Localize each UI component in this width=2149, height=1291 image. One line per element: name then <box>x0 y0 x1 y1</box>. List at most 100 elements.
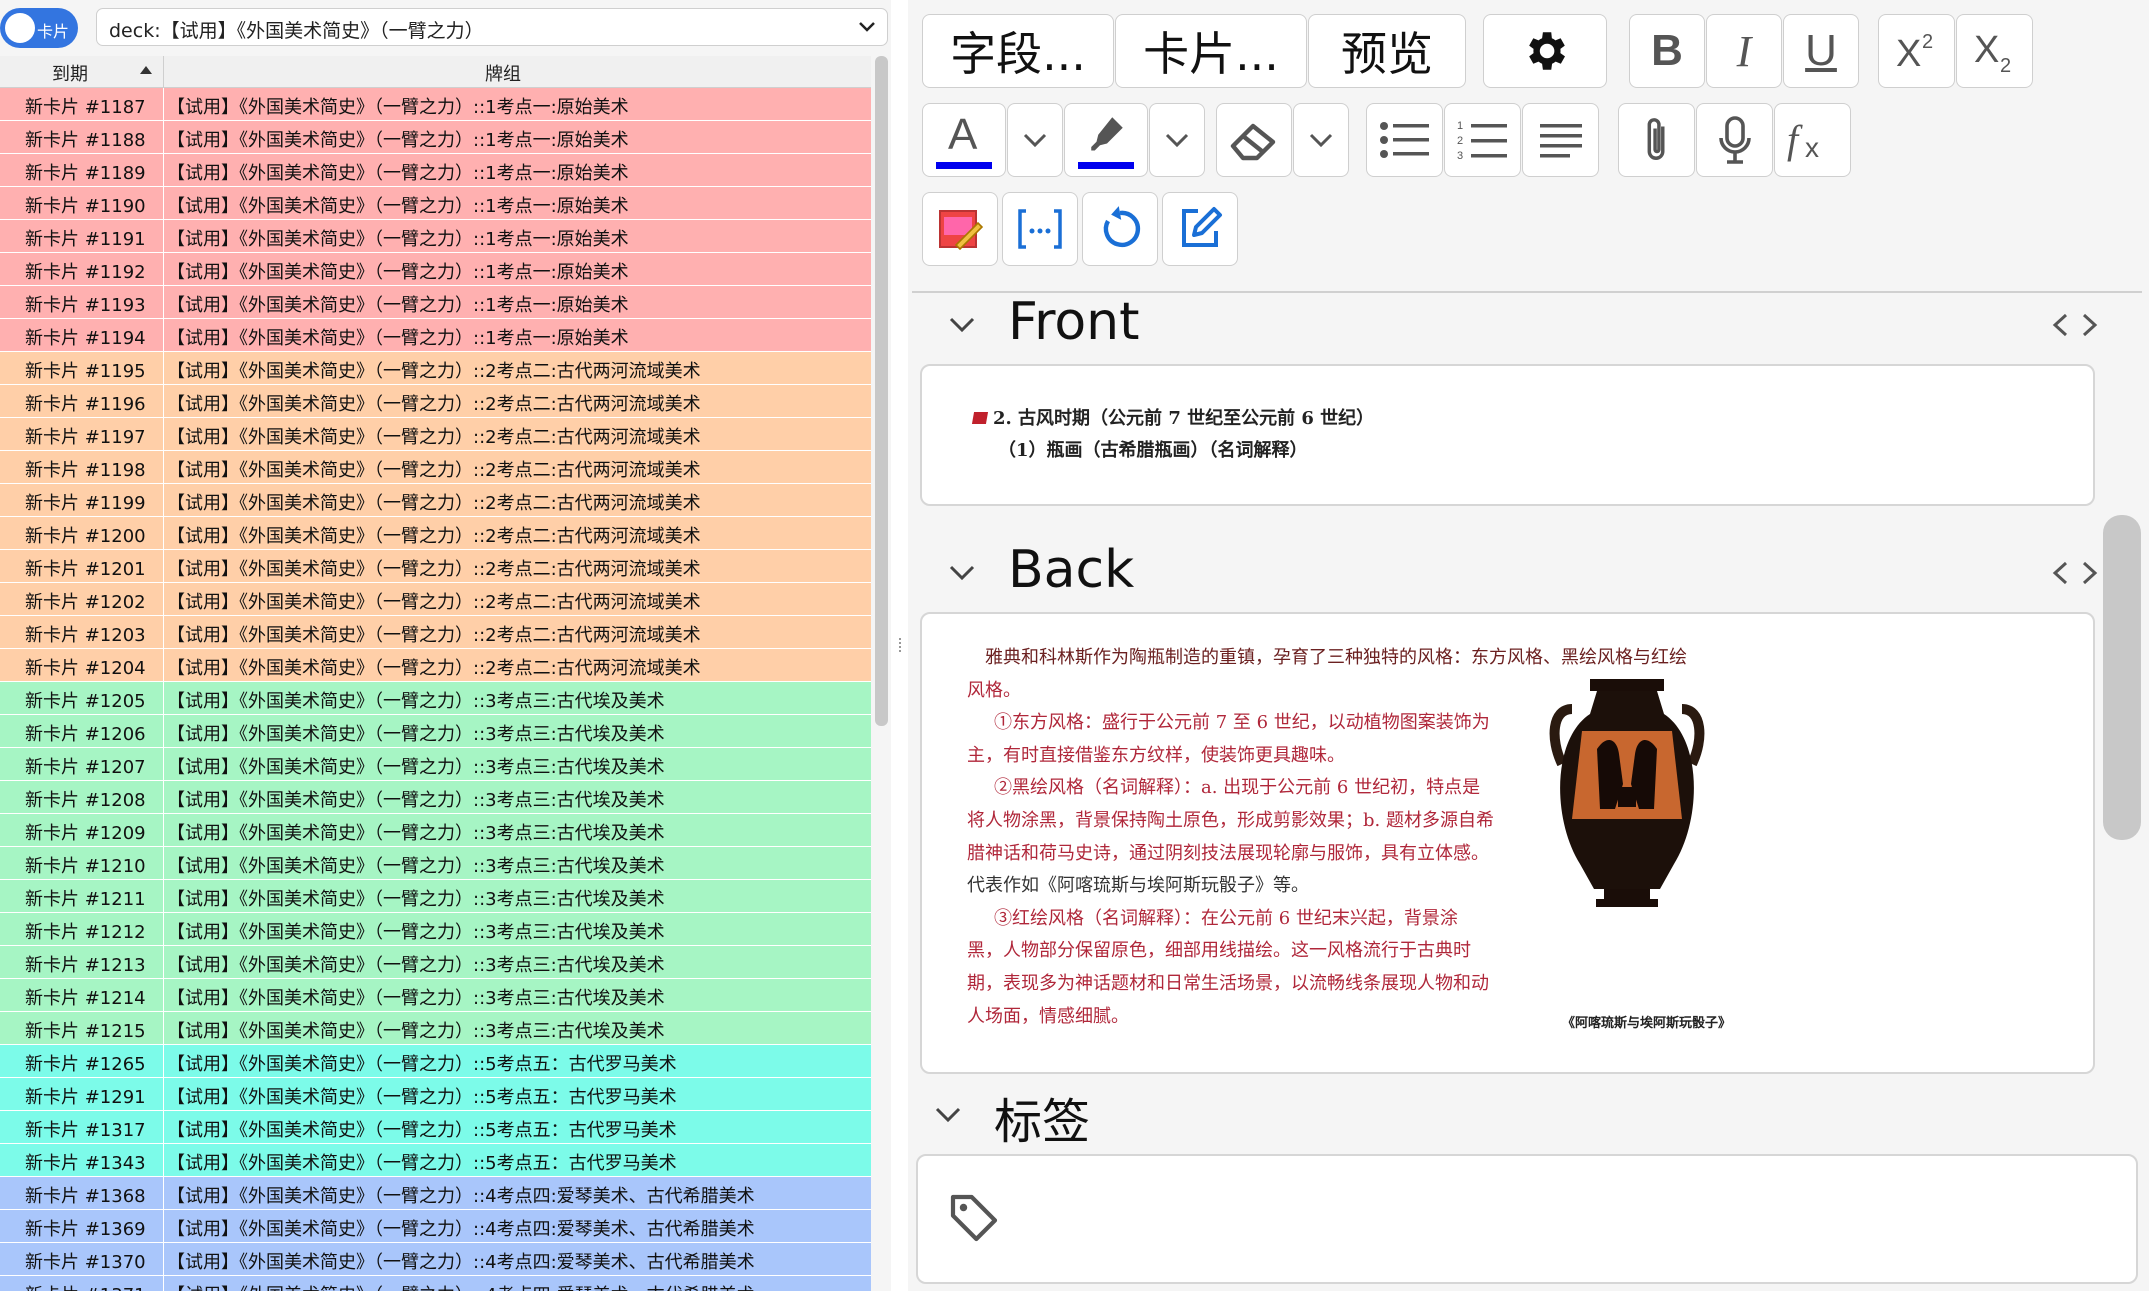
field-header-back[interactable]: Back <box>912 540 2149 600</box>
card-label: 新卡片 #1195 <box>25 361 146 382</box>
gear-icon[interactable] <box>1483 14 1607 88</box>
text-color-button[interactable]: A <box>922 103 1006 177</box>
table-row[interactable]: 新卡片 #1317 【试用】《外国美术简史》（一臂之力）::5考点五：古代罗马美术 <box>0 1111 871 1144</box>
table-row[interactable]: 新卡片 #1187 【试用】《外国美术简史》（一臂之力）::1考点一:原始美术 <box>0 88 871 121</box>
numbered-list-icon[interactable]: 1 2 3 <box>1444 103 1521 177</box>
table-row[interactable]: 新卡片 #1368 【试用】《外国美术简史》（一臂之力）::4考点四:爱琴美术、古… <box>0 1177 871 1210</box>
card-cell: 新卡片 #1343 <box>0 1144 164 1176</box>
table-row[interactable]: 新卡片 #1200 【试用】《外国美术简史》（一臂之力）::2考点二:古代两河流域… <box>0 517 871 550</box>
chevron-down-icon[interactable] <box>947 562 977 582</box>
svg-text:2: 2 <box>1457 135 1463 147</box>
card-label: 新卡片 #1187 <box>25 97 146 118</box>
table-row[interactable]: 新卡片 #1215 【试用】《外国美术简史》（一臂之力）::3考点三:古代埃及美术 <box>0 1012 871 1045</box>
chevron-down-icon[interactable] <box>947 314 977 334</box>
table-row[interactable]: 新卡片 #1209 【试用】《外国美术简史》（一臂之力）::3考点三:古代埃及美术 <box>0 814 871 847</box>
table-row[interactable]: 新卡片 #1370 【试用】《外国美术简史》（一臂之力）::4考点四:爱琴美术、古… <box>0 1243 871 1276</box>
italic-button[interactable]: I <box>1706 14 1782 88</box>
back-line: 期，表现多为神话题材和日常生活场景，以流畅线条展现人物和动 <box>967 972 1489 994</box>
code-toggle-icon[interactable] <box>2050 558 2100 588</box>
column-header-due[interactable]: 到期 <box>0 56 164 87</box>
table-row[interactable]: 新卡片 #1204 【试用】《外国美术简史》（一臂之力）::2考点二:古代两河流域… <box>0 649 871 682</box>
preview-button[interactable]: 预览 <box>1308 14 1466 88</box>
math-fx-icon[interactable]: fx <box>1774 103 1851 177</box>
table-row[interactable]: 新卡片 #1206 【试用】《外国美术简史》（一臂之力）::3考点三:古代埃及美术 <box>0 715 871 748</box>
table-row[interactable]: 新卡片 #1201 【试用】《外国美术简史》（一臂之力）::2考点二:古代两河流域… <box>0 550 871 583</box>
column-header-deck[interactable]: 牌组 <box>164 56 871 87</box>
field-header-front[interactable]: Front <box>912 292 2149 352</box>
deck-cell: 【试用】《外国美术简史》（一臂之力）::1考点一:原始美术 <box>167 295 629 316</box>
table-row[interactable]: 新卡片 #1214 【试用】《外国美术简史》（一臂之力）::3考点三:古代埃及美术 <box>0 979 871 1012</box>
tags-header[interactable]: 标签 <box>908 1082 2149 1150</box>
panel-splitter[interactable] <box>897 636 903 656</box>
cloze-icon[interactable] <box>1002 192 1078 266</box>
table-row[interactable]: 新卡片 #1203 【试用】《外国美术简史》（一臂之力）::2考点二:古代两河流域… <box>0 616 871 649</box>
front-field-editor[interactable]: 2. 古风时期（公元前 7 世纪至公元前 6 世纪） （1）瓶画（古希腊瓶画）（… <box>920 364 2095 506</box>
back-line: 黑，人物部分保留原色，细部用线描绘。这一风格流行于古典时 <box>967 940 1471 962</box>
card-cell: 新卡片 #1194 <box>0 319 164 351</box>
editor-scrollbar-thumb[interactable] <box>2103 515 2141 840</box>
table-row[interactable]: 新卡片 #1190 【试用】《外国美术简史》（一臂之力）::1考点一:原始美术 <box>0 187 871 220</box>
chevron-down-icon[interactable] <box>933 1104 963 1124</box>
image-occlusion-icon[interactable] <box>922 192 998 266</box>
browser-panel: 卡片 deck:【试用】《外国美术简史》（一臂之力） 到期 牌组 新卡片 #11… <box>0 0 891 1291</box>
tags-editor[interactable] <box>916 1154 2138 1284</box>
table-row[interactable]: 新卡片 #1202 【试用】《外国美术简史》（一臂之力）::2考点二:古代两河流域… <box>0 583 871 616</box>
search-input[interactable]: deck:【试用】《外国美术简史》（一臂之力） <box>96 8 888 46</box>
table-scrollbar[interactable] <box>872 56 891 1291</box>
table-row[interactable]: 新卡片 #1195 【试用】《外国美术简史》（一臂之力）::2考点二:古代两河流域… <box>0 352 871 385</box>
table-row[interactable]: 新卡片 #1211 【试用】《外国美术简史》（一臂之力）::3考点三:古代埃及美术 <box>0 880 871 913</box>
table-row[interactable]: 新卡片 #1369 【试用】《外国美术简史》（一臂之力）::4考点四:爱琴美术、古… <box>0 1210 871 1243</box>
card-label: 新卡片 #1215 <box>25 1021 146 1042</box>
scrollbar-thumb[interactable] <box>875 56 888 726</box>
fields-button[interactable]: 字段... <box>922 14 1114 88</box>
highlight-color-button[interactable] <box>1064 103 1148 177</box>
chevron-down-icon[interactable] <box>1149 103 1205 177</box>
refresh-icon[interactable] <box>1082 192 1158 266</box>
table-row[interactable]: 新卡片 #1208 【试用】《外国美术简史》（一臂之力）::3考点三:古代埃及美术 <box>0 781 871 814</box>
table-row[interactable]: 新卡片 #1193 【试用】《外国美术简史》（一臂之力）::1考点一:原始美术 <box>0 286 871 319</box>
table-row[interactable]: 新卡片 #1210 【试用】《外国美术简史》（一臂之力）::3考点三:古代埃及美术 <box>0 847 871 880</box>
table-row[interactable]: 新卡片 #1199 【试用】《外国美术简史》（一臂之力）::2考点二:古代两河流域… <box>0 484 871 517</box>
table-row[interactable]: 新卡片 #1192 【试用】《外国美术简史》（一臂之力）::1考点一:原始美术 <box>0 253 871 286</box>
microphone-icon[interactable] <box>1696 103 1773 177</box>
bold-button[interactable]: B <box>1629 14 1705 88</box>
superscript-icon[interactable]: X2 <box>1878 14 1955 88</box>
table-row[interactable]: 新卡片 #1191 【试用】《外国美术简史》（一臂之力）::1考点一:原始美术 <box>0 220 871 253</box>
table-row[interactable]: 新卡片 #1198 【试用】《外国美术简史》（一臂之力）::2考点二:古代两河流域… <box>0 451 871 484</box>
code-toggle-icon[interactable] <box>2050 310 2100 340</box>
align-icon[interactable] <box>1522 103 1599 177</box>
table-row[interactable]: 新卡片 #1265 【试用】《外国美术简史》（一臂之力）::5考点五：古代罗马美术 <box>0 1045 871 1078</box>
card-cell: 新卡片 #1207 <box>0 748 164 780</box>
table-row[interactable]: 新卡片 #1194 【试用】《外国美术简史》（一臂之力）::1考点一:原始美术 <box>0 319 871 352</box>
table-row[interactable]: 新卡片 #1371 【试用】《外国美术简史》（一臂之力）::4考点四:爱琴美术、古… <box>0 1276 871 1291</box>
chevron-down-icon[interactable] <box>1007 103 1063 177</box>
card-cell: 新卡片 #1317 <box>0 1111 164 1143</box>
table-row[interactable]: 新卡片 #1205 【试用】《外国美术简史》（一臂之力）::3考点三:古代埃及美术 <box>0 682 871 715</box>
underline-button[interactable]: U <box>1783 14 1859 88</box>
edit-html-icon[interactable] <box>1162 192 1238 266</box>
card-cell: 新卡片 #1192 <box>0 253 164 285</box>
table-row[interactable]: 新卡片 #1291 【试用】《外国美术简史》（一臂之力）::5考点五：古代罗马美术 <box>0 1078 871 1111</box>
chevron-down-icon[interactable] <box>1293 103 1349 177</box>
table-row[interactable]: 新卡片 #1189 【试用】《外国美术简史》（一臂之力）::1考点一:原始美术 <box>0 154 871 187</box>
cards-notes-toggle[interactable]: 卡片 <box>0 8 78 48</box>
card-cell: 新卡片 #1190 <box>0 187 164 219</box>
card-label: 新卡片 #1368 <box>25 1186 146 1207</box>
table-row[interactable]: 新卡片 #1212 【试用】《外国美术简史》（一臂之力）::3考点三:古代埃及美术 <box>0 913 871 946</box>
bullet-list-icon[interactable] <box>1366 103 1443 177</box>
table-row[interactable]: 新卡片 #1197 【试用】《外国美术简史》（一臂之力）::2考点二:古代两河流域… <box>0 418 871 451</box>
cards-button[interactable]: 卡片... <box>1115 14 1307 88</box>
table-row[interactable]: 新卡片 #1213 【试用】《外国美术简史》（一臂之力）::3考点三:古代埃及美术 <box>0 946 871 979</box>
table-row[interactable]: 新卡片 #1207 【试用】《外国美术简史》（一臂之力）::3考点三:古代埃及美术 <box>0 748 871 781</box>
table-row[interactable]: 新卡片 #1188 【试用】《外国美术简史》（一臂之力）::1考点一:原始美术 <box>0 121 871 154</box>
card-cell: 新卡片 #1215 <box>0 1012 164 1044</box>
paperclip-icon[interactable] <box>1618 103 1695 177</box>
card-label: 新卡片 #1198 <box>25 460 146 481</box>
eraser-icon[interactable] <box>1216 103 1292 177</box>
table-row[interactable]: 新卡片 #1343 【试用】《外国美术简史》（一臂之力）::5考点五：古代罗马美术 <box>0 1144 871 1177</box>
card-label: 新卡片 #1189 <box>25 163 146 184</box>
back-field-editor[interactable]: 雅典和科林斯作为陶瓶制造的重镇，孕育了三种独特的风格：东方风格、黑绘风格与红绘风… <box>920 612 2095 1074</box>
chevron-down-icon[interactable] <box>847 9 887 45</box>
table-row[interactable]: 新卡片 #1196 【试用】《外国美术简史》（一臂之力）::2考点二:古代两河流域… <box>0 385 871 418</box>
subscript-icon[interactable]: X2 <box>1956 14 2033 88</box>
